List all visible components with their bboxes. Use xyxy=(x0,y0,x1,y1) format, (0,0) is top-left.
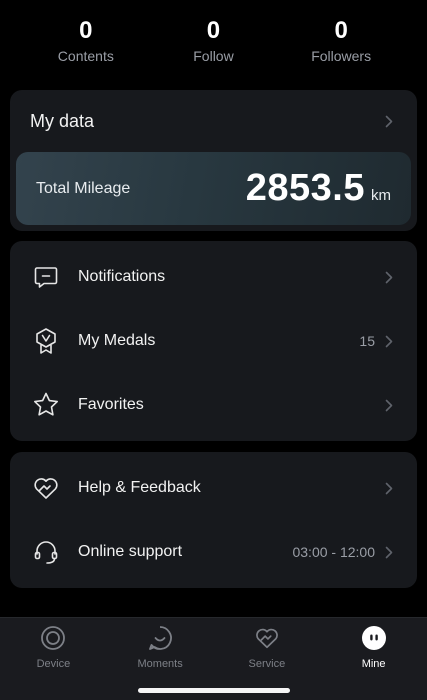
support-hours: 03:00 - 12:00 xyxy=(292,544,375,560)
my-data-card: My data Total Mileage 2853.5 km xyxy=(10,90,417,231)
follow-label: Follow xyxy=(193,48,234,64)
notifications-label: Notifications xyxy=(78,268,166,285)
total-mileage-label: Total Mileage xyxy=(36,179,131,197)
tab-device-label: Device xyxy=(36,658,71,670)
menu-card-primary: Notifications My Medals 15 Favorites xyxy=(10,241,417,441)
total-mileage-value: 2853.5 xyxy=(245,167,365,209)
my-data-title: My data xyxy=(30,110,95,131)
follow-count: 0 xyxy=(206,17,221,44)
tab-device[interactable]: Device xyxy=(0,618,107,700)
medals-count: 15 xyxy=(359,333,375,349)
online-support-label: Online support xyxy=(78,543,183,560)
total-mileage-readout: 2853.5 km xyxy=(246,167,391,210)
stat-contents[interactable]: 0 Contents xyxy=(31,18,141,66)
my-medals-row[interactable]: My Medals 15 xyxy=(10,309,417,373)
device-icon xyxy=(40,625,66,651)
followers-label: Followers xyxy=(311,48,372,64)
moments-icon xyxy=(147,625,173,651)
notifications-row[interactable]: Notifications xyxy=(10,245,417,309)
online-support-row[interactable]: Online support 03:00 - 12:00 xyxy=(10,520,417,584)
medal-icon xyxy=(32,327,60,355)
heart-handshake-icon xyxy=(32,474,60,502)
chevron-right-icon xyxy=(385,398,395,412)
favorites-row[interactable]: Favorites xyxy=(10,373,417,437)
chevron-right-icon xyxy=(385,270,395,284)
contents-count: 0 xyxy=(79,17,93,44)
stat-followers[interactable]: 0 Followers xyxy=(286,18,396,66)
tab-mine-label: Mine xyxy=(361,658,386,670)
favorites-label: Favorites xyxy=(78,396,144,413)
my-medals-label: My Medals xyxy=(78,332,156,349)
profile-stats: 0 Contents 0 Follow 0 Followers xyxy=(0,18,427,66)
home-indicator[interactable] xyxy=(138,688,290,693)
service-heart-icon xyxy=(254,625,280,651)
total-mileage-panel[interactable]: Total Mileage 2853.5 km xyxy=(16,152,411,225)
my-data-header[interactable]: My data xyxy=(10,90,417,152)
menu-card-support: Help & Feedback Online support 03:00 - 1… xyxy=(10,452,417,588)
total-mileage-unit: km xyxy=(371,187,391,204)
message-icon xyxy=(32,263,60,291)
stat-follow[interactable]: 0 Follow xyxy=(158,18,268,66)
followers-count: 0 xyxy=(334,17,348,44)
star-icon xyxy=(32,391,60,419)
help-feedback-row[interactable]: Help & Feedback xyxy=(10,456,417,520)
chevron-right-icon xyxy=(385,545,395,559)
mine-face-icon xyxy=(361,625,387,651)
help-feedback-label: Help & Feedback xyxy=(78,479,201,496)
chevron-right-icon xyxy=(385,481,395,495)
chevron-right-icon xyxy=(385,114,395,128)
tab-mine[interactable]: Mine xyxy=(320,618,427,700)
contents-label: Contents xyxy=(57,48,114,64)
headset-icon xyxy=(32,538,60,566)
chevron-right-icon xyxy=(385,334,395,348)
tab-moments-label: Moments xyxy=(137,658,183,670)
tab-service-label: Service xyxy=(248,658,286,670)
